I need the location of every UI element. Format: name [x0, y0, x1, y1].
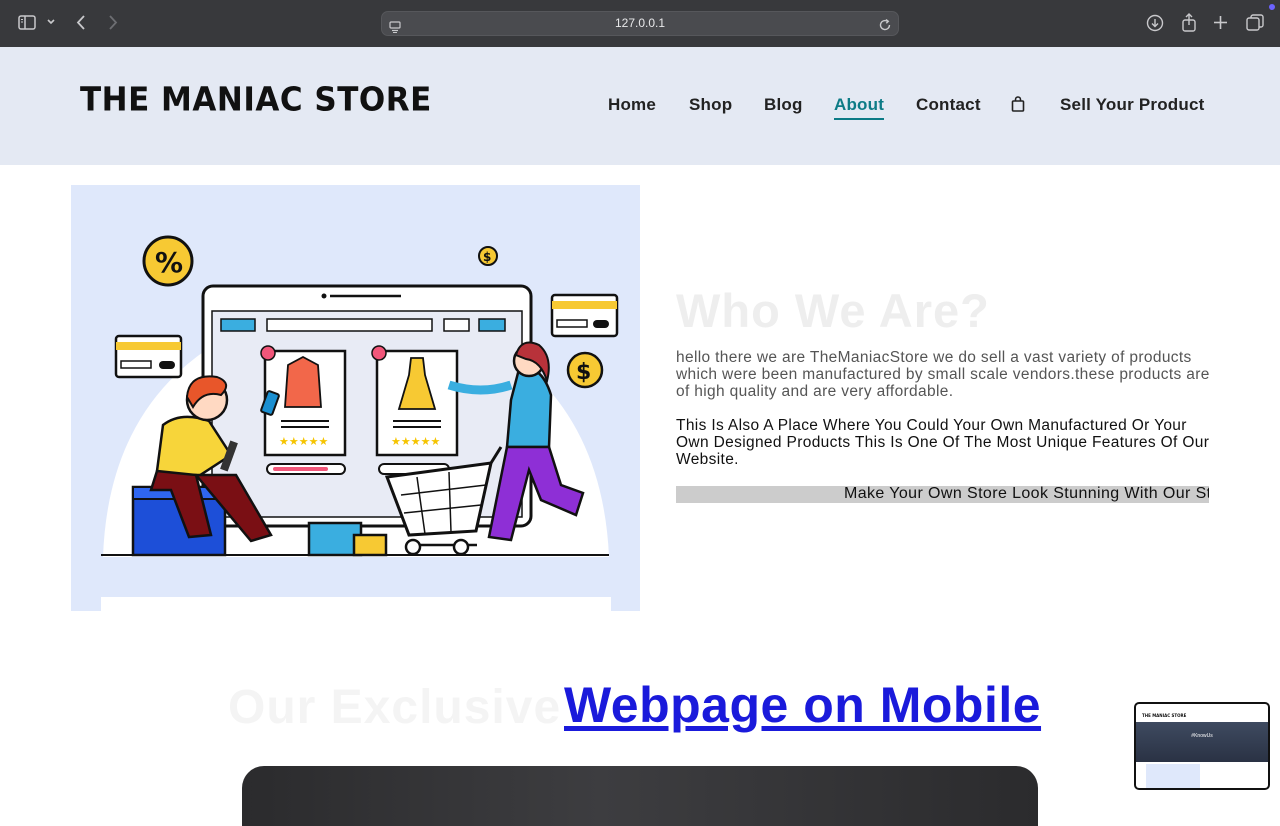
exclusive-title: Our Exclusive: [228, 681, 562, 734]
sidebar-icon[interactable]: [18, 15, 36, 30]
browser-toolbar: 127.0.0.1: [0, 0, 1280, 47]
forward-icon[interactable]: [107, 14, 119, 31]
nav-home[interactable]: Home: [608, 95, 656, 115]
about-paragraph-2: This Is Also A Place Where You Could You…: [676, 417, 1210, 468]
share-icon[interactable]: [1181, 13, 1197, 32]
thumbnail-hero: [1136, 722, 1268, 762]
about-paragraph-1: hello there we are TheManiacStore we do …: [676, 349, 1210, 400]
nav-shop[interactable]: Shop: [689, 95, 732, 115]
svg-text:$: $: [576, 360, 591, 385]
screenshot-thumbnail[interactable]: THE MANIAC STORE #KnowUs: [1134, 702, 1270, 790]
nav-about[interactable]: About: [834, 95, 885, 120]
svg-text:★★★★★: ★★★★★: [391, 435, 440, 448]
reload-icon[interactable]: [878, 17, 892, 36]
chevron-down-icon[interactable]: [46, 18, 56, 26]
marquee-text: Make Your Own Store Look Stunning With O…: [844, 486, 1209, 502]
webpage-on-mobile-link[interactable]: Webpage on Mobile: [564, 676, 1041, 734]
address-bar[interactable]: 127.0.0.1: [381, 11, 899, 36]
svg-text:★★★★★: ★★★★★: [279, 435, 328, 448]
nav-contact[interactable]: Contact: [916, 95, 981, 115]
svg-text:%: %: [155, 246, 183, 279]
notification-dot: [1269, 4, 1275, 10]
thumbnail-logo: THE MANIAC STORE: [1142, 713, 1187, 718]
shopping-bag-icon[interactable]: [1011, 96, 1025, 116]
nav-sell-your-product[interactable]: Sell Your Product: [1060, 95, 1204, 115]
about-illustration: ★★★★★ ★★★★★ % $ $: [71, 185, 640, 611]
site-header: THE MANIAC STORE Home Shop Blog About Co…: [0, 47, 1280, 165]
main-nav: Home Shop Blog About Contact Sell Your P…: [0, 95, 1280, 121]
back-icon[interactable]: [75, 14, 87, 31]
nav-blog[interactable]: Blog: [764, 95, 803, 115]
marquee-banner: Make Your Own Store Look Stunning With O…: [676, 486, 1209, 503]
about-title: Who We Are?: [676, 284, 990, 337]
url-text: 127.0.0.1: [614, 16, 666, 30]
new-tab-icon[interactable]: [1213, 15, 1228, 30]
svg-text:$: $: [483, 250, 491, 264]
thumbnail-image: [1146, 764, 1200, 788]
tabs-overview-icon[interactable]: [1246, 14, 1264, 32]
download-icon[interactable]: [1146, 14, 1164, 32]
mobile-preview-panel: [242, 766, 1038, 826]
thumbnail-hero-text: #KnowUs: [1191, 733, 1213, 739]
